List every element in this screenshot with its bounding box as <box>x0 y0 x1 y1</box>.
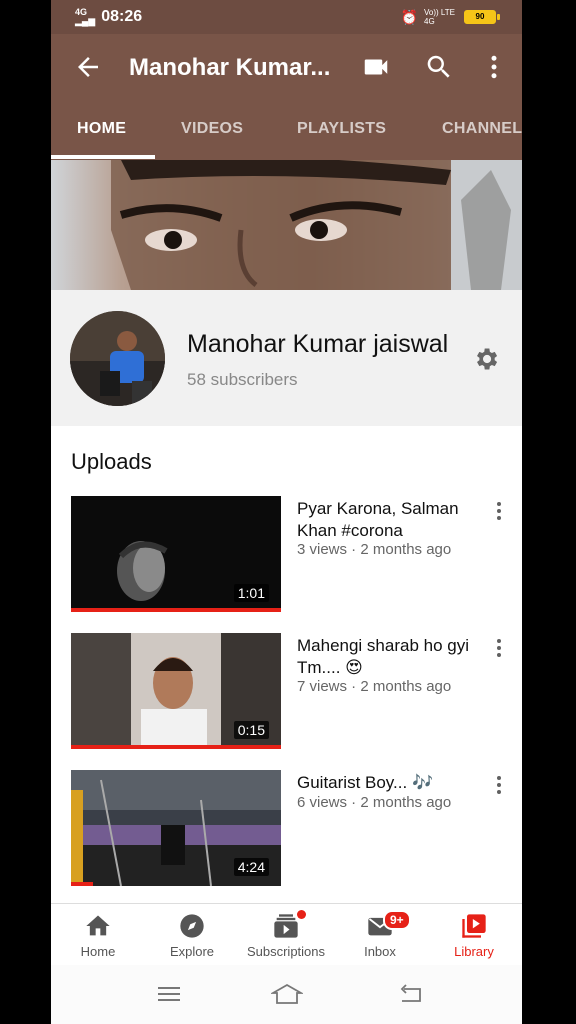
channel-tabs: HOME VIDEOS PLAYLISTS CHANNELS <box>51 102 522 160</box>
tab-playlists[interactable]: PLAYLISTS <box>297 120 386 138</box>
menu-icon[interactable] <box>156 983 182 1005</box>
channel-banner <box>51 160 522 290</box>
bottom-navigation: Home Explore Subscriptions 9+ Inbox Libr… <box>51 903 522 966</box>
banner-face-image <box>111 160 522 290</box>
tab-home[interactable]: HOME <box>77 120 126 138</box>
home-icon <box>86 915 110 936</box>
active-tab-indicator <box>51 155 155 159</box>
video-thumbnail[interactable]: 1:01 <box>71 496 281 612</box>
channel-avatar[interactable] <box>70 311 165 406</box>
phone-screen: 4G ▂▄▆ 08:26 ⏰ Vo)) LTE 4G 90 Manohar Ku… <box>51 0 522 1024</box>
subscriber-count: 58 subscribers <box>187 370 298 389</box>
library-icon <box>462 914 486 938</box>
video-duration: 1:01 <box>233 584 269 602</box>
tab-videos[interactable]: VIDEOS <box>181 120 243 138</box>
signal-icon: ▂▄▆ <box>75 16 96 26</box>
channel-title: Manohar Kumar... <box>129 54 331 81</box>
app-bar: Manohar Kumar... <box>51 34 522 102</box>
video-duration: 4:24 <box>233 858 269 876</box>
channel-header: Manohar Kumar jaiswal 58 subscribers <box>51 290 522 426</box>
explore-icon <box>180 914 204 938</box>
nav-label: Inbox <box>364 944 396 959</box>
video-thumbnail[interactable]: 4:24 <box>71 770 281 886</box>
nav-library[interactable]: Library <box>427 904 521 966</box>
back-button-icon[interactable] <box>398 983 424 1005</box>
back-arrow-icon[interactable] <box>73 52 103 82</box>
home-button-icon[interactable] <box>271 983 303 1005</box>
alarm-icon: ⏰ <box>400 8 418 25</box>
video-meta: 3 views · 2 months ago <box>297 541 452 558</box>
video-meta: 6 views · 2 months ago <box>297 794 452 811</box>
channel-name: Manohar Kumar jaiswal <box>187 330 449 358</box>
subscriptions-icon <box>274 914 298 938</box>
new-content-dot <box>297 910 306 919</box>
nav-explore[interactable]: Explore <box>145 904 239 966</box>
avatar-image <box>70 311 165 406</box>
nav-home[interactable]: Home <box>51 904 145 966</box>
video-title[interactable]: Pyar Karona, Salman Khan #corona <box>297 498 487 542</box>
video-meta: 7 views · 2 months ago <box>297 678 452 695</box>
uploads-heading: Uploads <box>71 449 152 474</box>
video-camera-icon[interactable] <box>361 52 391 82</box>
status-bar: 4G ▂▄▆ 08:26 ⏰ Vo)) LTE 4G 90 <box>51 0 522 34</box>
video-item[interactable]: 1:01 Pyar Karona, Salman Khan #corona 3 … <box>71 496 511 612</box>
network-indicator: 4G ▂▄▆ <box>75 7 96 26</box>
nav-label: Home <box>80 944 116 959</box>
video-title[interactable]: Mahengi sharab ho gyi Tm.... 😍 <box>297 635 487 679</box>
video-thumbnail[interactable]: 0:15 <box>71 633 281 749</box>
inbox-badge: 9+ <box>383 910 411 930</box>
watch-progress-bar <box>71 745 281 749</box>
nav-label: Subscriptions <box>246 944 326 959</box>
video-item[interactable]: 4:24 Guitarist Boy... 🎶 6 views · 2 mont… <box>71 770 511 886</box>
battery-icon: 90 <box>464 10 500 24</box>
video-more-icon[interactable] <box>491 773 507 797</box>
carrier-indicator: Vo)) LTE 4G <box>424 8 455 26</box>
nav-subscriptions[interactable]: Subscriptions <box>239 904 333 966</box>
status-time: 08:26 <box>101 8 143 25</box>
nav-inbox[interactable]: 9+ Inbox <box>333 904 427 966</box>
search-icon[interactable] <box>424 52 454 82</box>
video-duration: 0:15 <box>233 721 269 739</box>
watch-progress-bar <box>71 608 281 612</box>
video-title[interactable]: Guitarist Boy... 🎶 <box>297 772 487 794</box>
watch-progress-bar <box>71 882 93 886</box>
more-options-icon[interactable] <box>479 52 509 82</box>
nav-label: Explore <box>169 944 215 959</box>
video-more-icon[interactable] <box>491 636 507 660</box>
video-item[interactable]: 0:15 Mahengi sharab ho gyi Tm.... 😍 7 vi… <box>71 633 511 749</box>
tab-channels[interactable]: CHANNELS <box>442 120 522 138</box>
settings-gear-icon[interactable] <box>472 345 500 373</box>
system-navigation-bar <box>51 965 522 1024</box>
video-more-icon[interactable] <box>491 499 507 523</box>
nav-label: Library <box>454 944 494 959</box>
